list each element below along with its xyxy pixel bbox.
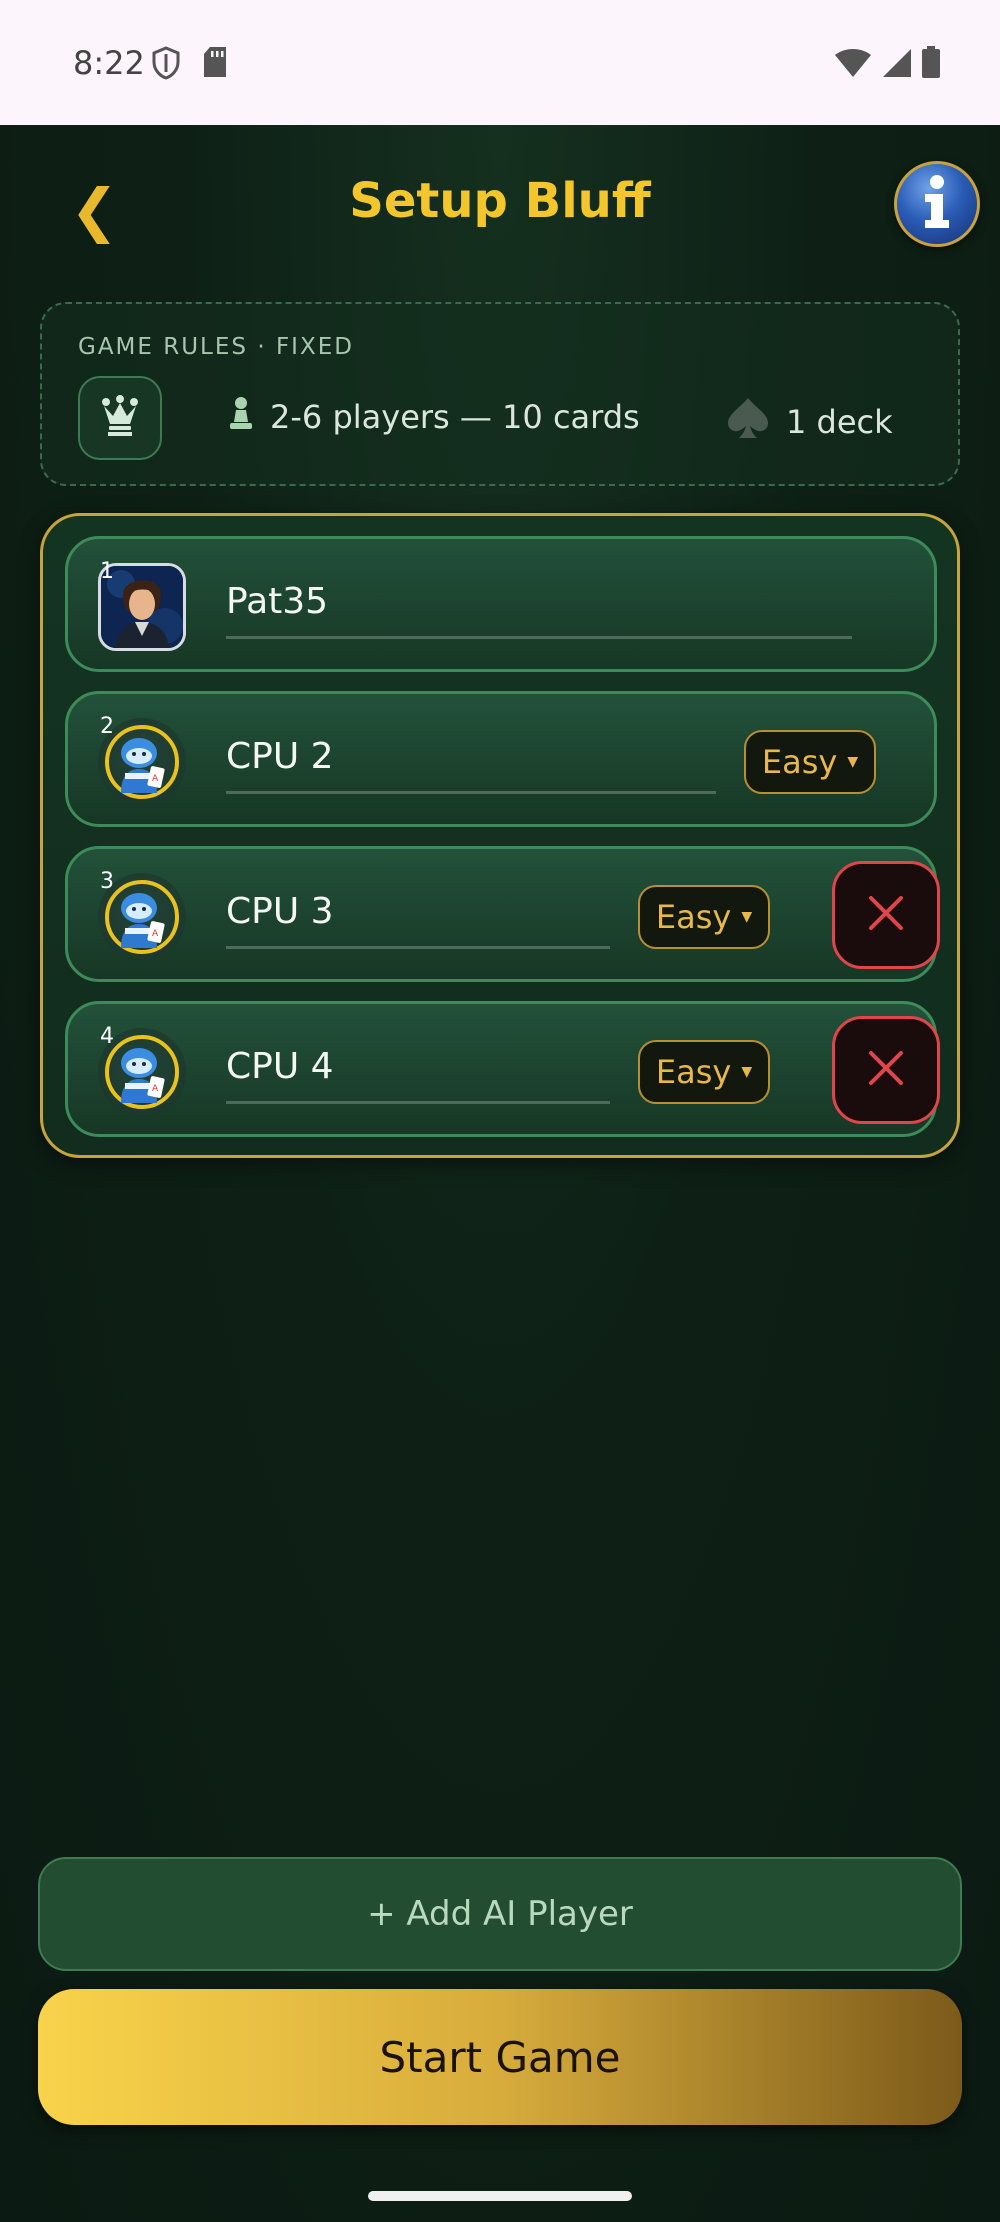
player-row: A 3 CPU 3 Easy ▼ bbox=[65, 846, 940, 982]
player-name-field[interactable]: CPU 4 bbox=[226, 1034, 610, 1104]
game-rules-card: GAME RULES · FIXED 2-6 players — 10 card… bbox=[40, 302, 960, 486]
queen-crown-icon bbox=[100, 394, 140, 442]
caret-down-icon: ▼ bbox=[741, 1064, 753, 1080]
difficulty-select[interactable]: Easy ▼ bbox=[744, 730, 876, 794]
status-time: 8:22 bbox=[73, 44, 145, 82]
robot-dealer-icon: A bbox=[105, 880, 179, 954]
svg-text:A: A bbox=[152, 774, 159, 784]
info-icon bbox=[917, 174, 957, 234]
difficulty-value: Easy bbox=[655, 1053, 732, 1091]
rules-deck: 1 deck bbox=[726, 396, 893, 448]
player-pawn-icon bbox=[228, 396, 254, 438]
difficulty-value: Easy bbox=[655, 898, 732, 936]
remove-player-button[interactable] bbox=[832, 861, 940, 969]
player-row: 1 Pat35 bbox=[65, 536, 937, 672]
start-game-button[interactable]: Start Game bbox=[38, 1989, 962, 2125]
rules-players: 2-6 players — 10 cards bbox=[228, 396, 640, 438]
status-bar: 8:22 bbox=[0, 0, 1000, 125]
cellular-signal-icon bbox=[882, 48, 912, 82]
player-number: 1 bbox=[100, 559, 114, 584]
robot-dealer-icon: A bbox=[105, 1035, 179, 1109]
svg-text:A: A bbox=[152, 1084, 159, 1094]
status-left-icons bbox=[152, 46, 228, 84]
difficulty-select[interactable]: Easy ▼ bbox=[638, 1040, 770, 1104]
shield-icon bbox=[152, 46, 180, 84]
difficulty-select[interactable]: Easy ▼ bbox=[638, 885, 770, 949]
close-icon bbox=[867, 894, 905, 936]
info-button[interactable] bbox=[894, 161, 980, 247]
close-icon bbox=[867, 1049, 905, 1091]
rules-badge bbox=[78, 376, 162, 460]
player-name-field[interactable]: CPU 3 bbox=[226, 879, 610, 949]
player-row: A 4 CPU 4 Easy ▼ bbox=[65, 1001, 940, 1137]
robot-dealer-icon: A bbox=[105, 725, 179, 799]
add-ai-player-button[interactable]: + Add AI Player bbox=[38, 1857, 962, 1971]
player-name-field[interactable]: Pat35 bbox=[226, 569, 852, 639]
battery-icon bbox=[922, 46, 940, 82]
players-panel: 1 Pat35 A 2 CPU 2 Easy ▼ A 3 CPU 3 Easy … bbox=[40, 513, 960, 1158]
difficulty-value: Easy bbox=[761, 743, 838, 781]
svg-text:A: A bbox=[152, 929, 159, 939]
spade-icon bbox=[726, 396, 770, 448]
player-row: A 2 CPU 2 Easy ▼ bbox=[65, 691, 937, 827]
caret-down-icon: ▼ bbox=[741, 909, 753, 925]
player-number: 2 bbox=[100, 714, 114, 739]
setup-screen: ❮ Setup Bluff GAME RULES · FIXED 2-6 pla… bbox=[0, 125, 1000, 2222]
page-title: Setup Bluff bbox=[349, 173, 651, 229]
player-number: 4 bbox=[100, 1024, 114, 1049]
rules-deck-text: 1 deck bbox=[786, 403, 893, 441]
status-right-icons bbox=[834, 46, 940, 82]
caret-down-icon: ▼ bbox=[847, 754, 859, 770]
remove-player-button[interactable] bbox=[832, 1016, 940, 1124]
home-indicator[interactable] bbox=[368, 2191, 632, 2201]
rules-heading: GAME RULES · FIXED bbox=[78, 334, 354, 360]
sd-card-icon bbox=[202, 46, 228, 84]
player-number: 3 bbox=[100, 869, 114, 894]
player-name-field[interactable]: CPU 2 bbox=[226, 724, 716, 794]
wifi-icon bbox=[834, 48, 872, 82]
rules-players-text: 2-6 players — 10 cards bbox=[270, 398, 640, 436]
